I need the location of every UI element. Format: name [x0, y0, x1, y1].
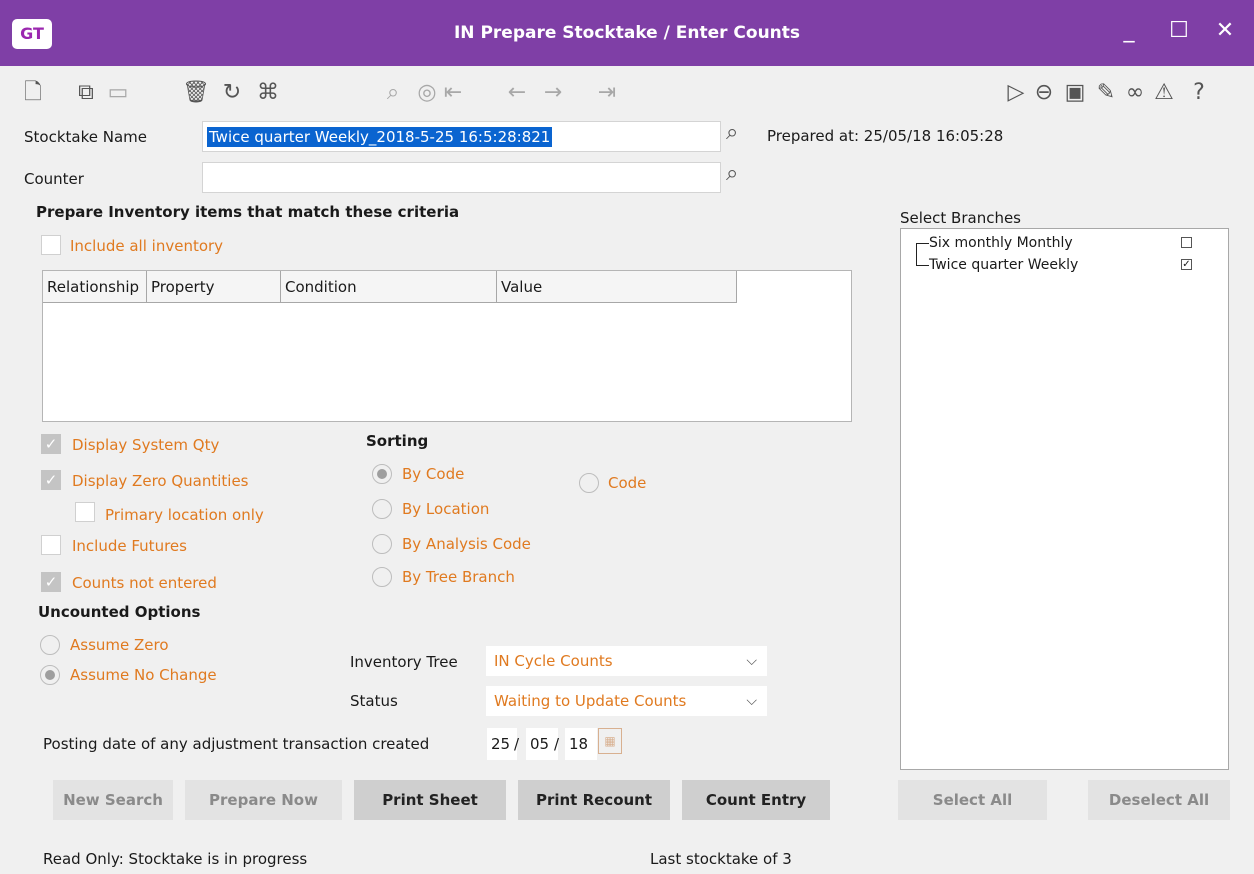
include-futures-label: Include Futures: [72, 537, 187, 555]
counter-label: Counter: [24, 170, 84, 188]
criteria-grid[interactable]: Relationship Property Condition Value: [42, 270, 852, 422]
prepared-at: Prepared at: 25/05/18 16:05:28: [767, 127, 1004, 145]
sort-by-tree-branch-radio[interactable]: [372, 567, 392, 587]
count-entry-button[interactable]: Count Entry: [682, 780, 830, 820]
delete-icon[interactable]: 🗑: [182, 78, 210, 108]
select-all-button[interactable]: Select All: [898, 780, 1047, 820]
last-icon[interactable]: ⇥: [594, 78, 620, 108]
date-separator: /: [554, 735, 560, 753]
copy-icon[interactable]: ⧉: [73, 78, 99, 108]
minimize-button[interactable]: _: [1112, 18, 1146, 43]
sort-by-analysis-code-label: By Analysis Code: [402, 535, 531, 553]
prepare-now-button[interactable]: Prepare Now: [185, 780, 342, 820]
print-sheet-button[interactable]: Print Sheet: [354, 780, 506, 820]
sort-code-radio[interactable]: [579, 473, 599, 493]
save-icon[interactable]: ▭: [105, 78, 131, 108]
previous-icon[interactable]: ←: [504, 78, 530, 108]
go-to-icon[interactable]: ◎: [414, 78, 440, 108]
select-branches-heading: Select Branches: [900, 209, 1021, 227]
display-system-qty-checkbox[interactable]: ✓: [41, 434, 61, 454]
run-icon[interactable]: ▷: [1003, 78, 1029, 108]
find-icon[interactable]: ⌕: [380, 78, 406, 108]
assume-zero-label: Assume Zero: [70, 636, 169, 654]
posting-date-year[interactable]: 18: [565, 728, 597, 760]
tree-connector: [916, 265, 929, 266]
inventory-tree-select[interactable]: IN Cycle Counts ⌵: [486, 646, 767, 676]
help-icon[interactable]: ?: [1186, 78, 1212, 108]
display-system-qty-label: Display System Qty: [72, 436, 220, 454]
include-futures-checkbox[interactable]: [41, 535, 61, 555]
counter-input[interactable]: [202, 162, 721, 193]
new-document-icon[interactable]: 🗋: [20, 78, 46, 108]
sort-by-analysis-code-radio[interactable]: [372, 534, 392, 554]
attach-icon[interactable]: ✎: [1093, 78, 1119, 108]
status-value: Waiting to Update Counts: [494, 692, 687, 710]
date-separator: /: [514, 735, 520, 753]
alert-icon[interactable]: ⚠: [1151, 78, 1177, 108]
sort-by-tree-branch-label: By Tree Branch: [402, 568, 515, 586]
sort-by-code-radio[interactable]: [372, 464, 392, 484]
display-zero-quantities-checkbox[interactable]: ✓: [41, 470, 61, 490]
chevron-down-icon: ⌵: [746, 693, 757, 709]
branches-tree[interactable]: Six monthly Monthly Twice quarter Weekly…: [900, 228, 1229, 770]
close-button[interactable]: ✕: [1208, 18, 1242, 43]
primary-location-only-checkbox[interactable]: [75, 502, 95, 522]
tree-connector: [916, 243, 929, 244]
inventory-tree-value: IN Cycle Counts: [494, 652, 613, 670]
refresh-icon[interactable]: ↻: [219, 78, 245, 108]
sort-code-label: Code: [608, 474, 647, 492]
sort-by-location-radio[interactable]: [372, 499, 392, 519]
inventory-tree-label: Inventory Tree: [350, 653, 458, 671]
assume-zero-radio[interactable]: [40, 635, 60, 655]
criteria-heading: Prepare Inventory items that match these…: [36, 203, 460, 221]
stocktake-name-value: Twice quarter Weekly_2018-5-25 16:5:28:8…: [207, 127, 553, 147]
first-icon[interactable]: ⇤: [440, 78, 466, 108]
stocktake-name-label: Stocktake Name: [24, 128, 147, 146]
chevron-down-icon: ⌵: [746, 653, 757, 669]
sorting-heading: Sorting: [366, 432, 429, 450]
uncounted-heading: Uncounted Options: [38, 603, 201, 621]
print-recount-button[interactable]: Print Recount: [518, 780, 670, 820]
status-read-only: Read Only: Stocktake is in progress: [43, 850, 308, 868]
branch-six-monthly-checkbox[interactable]: [1181, 237, 1192, 248]
include-all-checkbox[interactable]: [41, 235, 61, 255]
window-title: IN Prepare Stocktake / Enter Counts: [453, 23, 801, 43]
assume-no-change-radio[interactable]: [40, 665, 60, 685]
grid-header: Relationship Property Condition Value: [43, 271, 737, 303]
sort-by-code-label: By Code: [402, 465, 465, 483]
back-icon[interactable]: ⊖: [1031, 78, 1057, 108]
primary-location-only-label: Primary location only: [105, 506, 264, 524]
maximize-button[interactable]: ☐: [1162, 18, 1196, 43]
new-search-button[interactable]: New Search: [53, 780, 173, 820]
status-last-stocktake: Last stocktake of 3: [650, 850, 792, 868]
tree-connector: [916, 243, 917, 265]
column-property[interactable]: Property: [147, 271, 281, 303]
column-value[interactable]: Value: [497, 271, 737, 303]
link-icon[interactable]: ∞: [1122, 78, 1148, 108]
posting-date-day[interactable]: 25: [487, 728, 517, 760]
deselect-all-button[interactable]: Deselect All: [1088, 780, 1230, 820]
search-icon[interactable]: ⌕: [726, 120, 738, 145]
display-zero-quantities-label: Display Zero Quantities: [72, 472, 249, 490]
status-select[interactable]: Waiting to Update Counts ⌵: [486, 686, 767, 716]
counter-search-icon[interactable]: ⌕: [726, 161, 738, 186]
assume-no-change-label: Assume No Change: [70, 666, 217, 684]
branch-twice-quarter-checkbox[interactable]: ✓: [1181, 259, 1192, 270]
column-condition[interactable]: Condition: [281, 271, 497, 303]
counts-not-entered-checkbox[interactable]: ✓: [41, 572, 61, 592]
column-relationship[interactable]: Relationship: [43, 271, 147, 303]
hierarchy-icon[interactable]: ⌘: [255, 78, 281, 108]
branch-six-monthly[interactable]: Six monthly Monthly: [929, 235, 1073, 251]
counts-not-entered-label: Counts not entered: [72, 574, 217, 592]
posting-date-label: Posting date of any adjustment transacti…: [43, 735, 430, 753]
branch-twice-quarter[interactable]: Twice quarter Weekly: [929, 257, 1078, 273]
next-icon[interactable]: →: [540, 78, 566, 108]
stocktake-name-input[interactable]: Twice quarter Weekly_2018-5-25 16:5:28:8…: [202, 121, 721, 152]
status-label: Status: [350, 692, 398, 710]
notes-icon[interactable]: ▣: [1062, 78, 1088, 108]
calendar-icon[interactable]: ▦: [598, 728, 622, 754]
include-all-label: Include all inventory: [70, 237, 224, 255]
sort-by-location-label: By Location: [402, 500, 490, 518]
